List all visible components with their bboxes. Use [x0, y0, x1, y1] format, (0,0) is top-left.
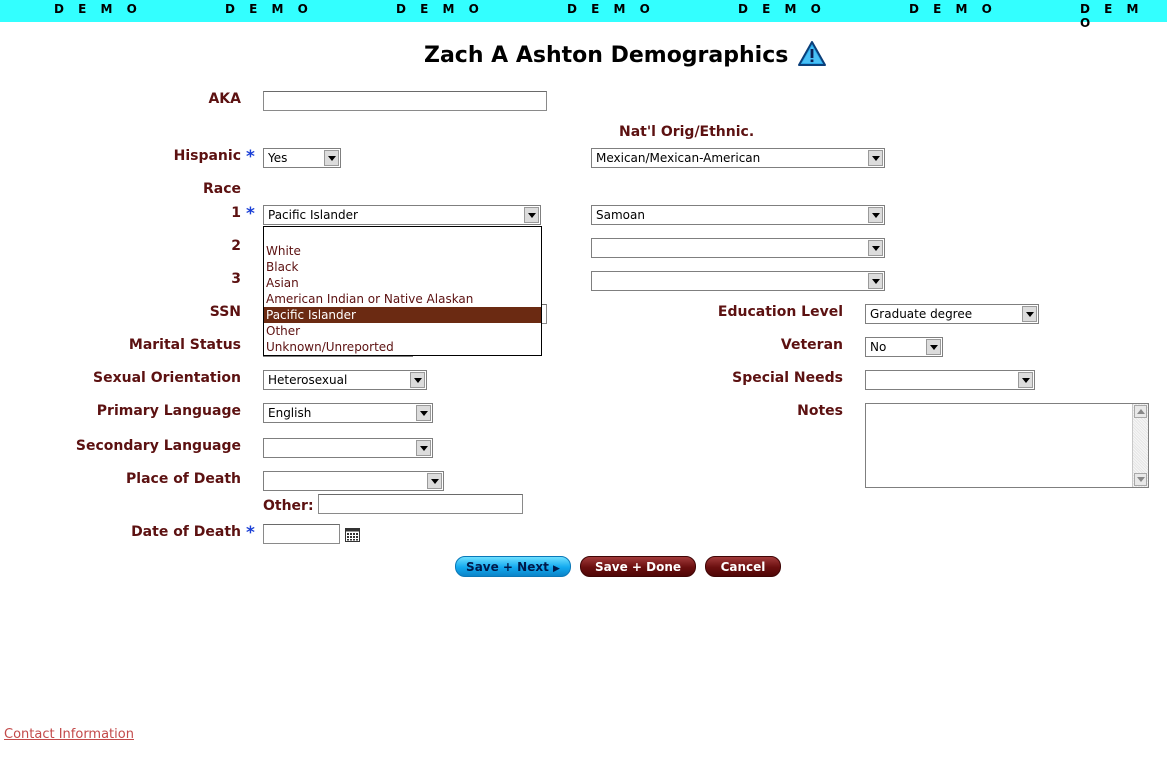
dropdown-option[interactable]: White: [264, 243, 541, 259]
chevron-down-icon: [524, 207, 539, 223]
sexual-orientation-select[interactable]: Heterosexual: [263, 370, 427, 390]
dropdown-option-selected[interactable]: Pacific Islander: [264, 307, 541, 323]
race-3-label: 3: [231, 271, 241, 287]
save-next-button[interactable]: Save + Next ▶: [455, 556, 571, 577]
dropdown-option[interactable]: Unknown/Unreported: [264, 339, 541, 355]
race-1-origin-select[interactable]: Samoan: [591, 205, 885, 225]
race-2-origin-select[interactable]: [591, 238, 885, 258]
notes-scrollbar[interactable]: [1132, 404, 1148, 487]
required-asterisk: *: [246, 147, 255, 167]
hispanic-origin-select[interactable]: Mexican/Mexican-American: [591, 148, 885, 168]
page-title: Zach A Ashton Demographics: [424, 43, 789, 68]
veteran-select[interactable]: No: [865, 337, 943, 357]
demo-banner: D E M O D E M O D E M O D E M O D E M O …: [0, 0, 1167, 30]
demo-banner-text: D E M O: [225, 2, 313, 16]
chevron-down-icon: [416, 405, 431, 421]
race-label: Race: [202, 181, 241, 197]
demo-banner-text: D E M O: [738, 2, 826, 16]
chevron-down-icon: [1018, 372, 1033, 388]
aka-input[interactable]: [263, 91, 547, 111]
hispanic-select[interactable]: Yes: [263, 148, 341, 168]
required-asterisk: *: [246, 523, 255, 543]
demo-banner-text: D E M O: [567, 2, 655, 16]
veteran-value: No: [870, 340, 887, 354]
secondary-language-select[interactable]: [263, 438, 433, 458]
dropdown-option[interactable]: American Indian or Native Alaskan: [264, 291, 541, 307]
aka-label: AKA: [208, 91, 241, 107]
calendar-icon[interactable]: [345, 528, 360, 542]
place-of-death-select[interactable]: [263, 471, 444, 491]
other-label: Other:: [263, 498, 314, 514]
place-of-death-label: Place of Death: [126, 471, 241, 487]
save-done-button[interactable]: Save + Done: [580, 556, 696, 577]
education-level-select[interactable]: Graduate degree: [865, 304, 1039, 324]
race-2-label: 2: [231, 238, 241, 254]
education-level-value: Graduate degree: [870, 307, 973, 321]
arrow-right-icon: ▶: [553, 564, 560, 574]
chevron-down-icon: [410, 372, 425, 388]
date-of-death-input[interactable]: [263, 524, 340, 544]
scroll-down-icon[interactable]: [1134, 473, 1147, 486]
cancel-button[interactable]: Cancel: [705, 556, 781, 577]
primary-language-select[interactable]: English: [263, 403, 433, 423]
race-1-select[interactable]: Pacific Islander: [263, 205, 541, 225]
dropdown-option[interactable]: Black: [264, 259, 541, 275]
hispanic-origin-value: Mexican/Mexican-American: [596, 151, 761, 165]
race-1-dropdown-list[interactable]: White Black Asian American Indian or Nat…: [263, 226, 542, 356]
natl-orig-heading: Nat'l Orig/Ethnic.: [619, 124, 755, 140]
primary-language-label: Primary Language: [96, 403, 241, 419]
contact-information-link[interactable]: Contact Information: [4, 727, 134, 742]
sexual-orientation-value: Heterosexual: [268, 373, 348, 387]
warning-icon[interactable]: [797, 40, 827, 68]
chevron-down-icon: [868, 273, 883, 289]
chevron-down-icon: [868, 240, 883, 256]
dropdown-option[interactable]: [264, 227, 541, 243]
hispanic-value: Yes: [268, 151, 288, 165]
demo-banner-text: D E M O: [54, 2, 142, 16]
chevron-down-icon: [868, 150, 883, 166]
sexual-orientation-label: Sexual Orientation: [93, 370, 241, 386]
special-needs-select[interactable]: [865, 370, 1035, 390]
chevron-down-icon: [926, 339, 941, 355]
chevron-down-icon: [427, 473, 442, 489]
save-next-label: Save + Next: [466, 560, 549, 574]
race-3-origin-select[interactable]: [591, 271, 885, 291]
chevron-down-icon: [1022, 306, 1037, 322]
scroll-up-icon[interactable]: [1134, 405, 1147, 418]
demo-banner-text: D E M O: [1080, 2, 1144, 30]
veteran-label: Veteran: [780, 337, 843, 353]
hispanic-label: Hispanic: [173, 148, 241, 164]
demo-banner-text: D E M O: [396, 2, 484, 16]
required-asterisk: *: [246, 204, 255, 224]
chevron-down-icon: [416, 440, 431, 456]
notes-textarea[interactable]: [865, 403, 1149, 488]
dropdown-option[interactable]: Other: [264, 323, 541, 339]
demo-banner-text: D E M O: [909, 2, 997, 16]
date-of-death-label: Date of Death: [131, 524, 241, 540]
chevron-down-icon: [324, 150, 339, 166]
race-1-origin-value: Samoan: [596, 208, 645, 222]
secondary-language-label: Secondary Language: [75, 438, 241, 454]
notes-label: Notes: [797, 403, 843, 419]
chevron-down-icon: [868, 207, 883, 223]
race-1-value: Pacific Islander: [268, 208, 358, 222]
ssn-label: SSN: [209, 304, 241, 320]
education-level-label: Education Level: [717, 304, 843, 320]
primary-language-value: English: [268, 406, 312, 420]
special-needs-label: Special Needs: [732, 370, 843, 386]
dropdown-option[interactable]: Asian: [264, 275, 541, 291]
other-input[interactable]: [318, 494, 523, 514]
marital-status-label: Marital Status: [128, 337, 241, 353]
race-1-label: 1: [231, 205, 241, 221]
